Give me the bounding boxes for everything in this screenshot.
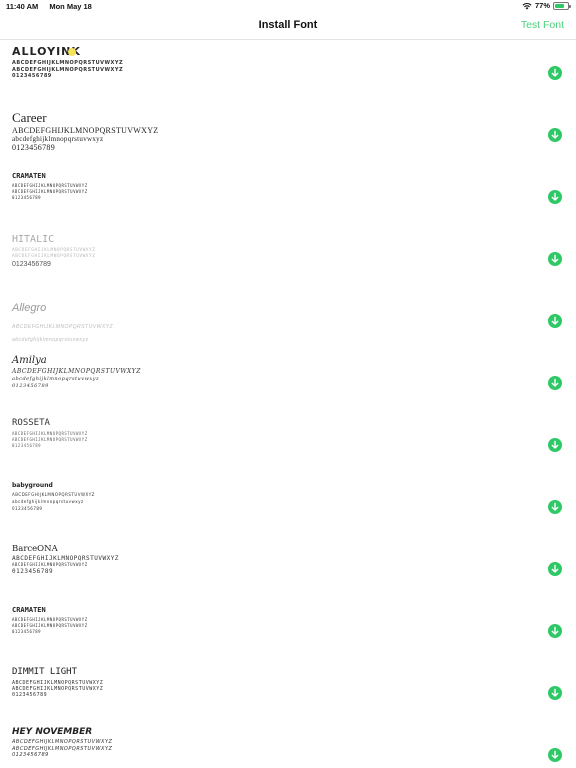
status-date: Mon May 18 xyxy=(49,2,92,11)
font-sample-lower: abcdefghijklmnopqrstuvwxyz xyxy=(12,337,89,343)
battery-level xyxy=(555,3,565,8)
font-sample-upper: ABCDEFGHIJKLMNOPQRSTUVWXYZ xyxy=(12,492,95,497)
font-sample-lower: abcdefghijklmnopqrstuvwxyz xyxy=(12,376,100,382)
font-sample-digits: 0123456789 xyxy=(12,629,42,634)
font-sample-upper: ABCDEFGHIJKLMNOPQRSTUVWXYZ xyxy=(12,368,141,375)
font-name: CRAMATEN xyxy=(12,172,46,180)
test-font-button[interactable]: Test Font xyxy=(521,19,564,31)
font-sample-upper: ABCDEFGHIJKLMNOPQRSTUVWXYZ xyxy=(12,248,96,253)
download-icon[interactable] xyxy=(548,748,562,762)
download-icon[interactable] xyxy=(548,252,562,266)
download-icon[interactable] xyxy=(548,500,562,514)
font-row-alloyink[interactable]: ALLOYINK ABCDEFGHIJKLMNOPQRSTUVWXYZ ABCD… xyxy=(0,42,576,104)
download-icon[interactable] xyxy=(548,624,562,638)
font-sample-upper: ABCDEFGHIJKLMNOPQRSTUVWXYZ xyxy=(12,126,159,135)
download-icon[interactable] xyxy=(548,66,562,80)
font-row-hitalic[interactable]: HITALIC ABCDEFGHIJKLMNOPQRSTUVWXYZ ABCDE… xyxy=(0,228,576,290)
font-sample-digits: 0123456789 xyxy=(12,443,42,448)
font-list: ALLOYINK ABCDEFGHIJKLMNOPQRSTUVWXYZ ABCD… xyxy=(0,40,576,768)
font-sample-upper: ABCDEFGHIJKLMNOPQRSTUVWXYZ xyxy=(12,60,124,66)
font-sample-lower: ABCDEFGHIJKLMNOPQRSTUVWXYZ xyxy=(12,189,88,194)
status-time: 11:40 AM xyxy=(6,2,39,11)
page-title: Install Font xyxy=(258,19,318,31)
wifi-icon xyxy=(522,2,532,9)
font-name: Career xyxy=(12,110,47,125)
font-row-allegro[interactable]: Allegro ABCDEFGHIJKLMNOPQRSTUVWXYZ abcde… xyxy=(0,290,576,352)
font-sample-digits: 0123456789 xyxy=(12,692,48,698)
font-name: Amilya xyxy=(12,355,47,366)
download-icon[interactable] xyxy=(548,314,562,328)
font-row-rosseta[interactable]: ROSSETA ABCDEFGHIJKLMNOPQRSTUVWXYZ ABCDE… xyxy=(0,414,576,476)
font-name: Allegro xyxy=(12,302,47,314)
font-sample-upper: ABCDEFGHIJKLMNOPQRSTUVWXYZ xyxy=(12,555,119,562)
font-sample-lower: abcdefghijklmnopqrstuvwxyz xyxy=(12,499,84,504)
font-sample-lower: abcdefghijklmnopqrstuvwxyz xyxy=(12,135,104,143)
font-name: HEY NOVEMBER xyxy=(12,727,93,737)
font-row-amilya[interactable]: Amilya ABCDEFGHIJKLMNOPQRSTUVWXYZ abcdef… xyxy=(0,352,576,414)
font-sample-digits: 0123456789 xyxy=(12,506,43,511)
sun-icon xyxy=(68,48,76,56)
font-sample-digits: 0123456789 xyxy=(12,568,54,575)
font-name: babyground xyxy=(12,482,53,489)
font-sample-digits: 0123456789 xyxy=(12,143,55,152)
status-bar: 11:40 AM Mon May 18 77% xyxy=(0,0,576,12)
download-icon[interactable] xyxy=(548,128,562,142)
font-sample-lower: ABCDEFGHIJKLMNOPQRSTUVWXYZ xyxy=(12,562,88,567)
font-row-cramaten-2[interactable]: CRAMATEN ABCDEFGHIJKLMNOPQRSTUVWXYZ ABCD… xyxy=(0,600,576,662)
download-icon[interactable] xyxy=(548,562,562,576)
font-sample-digits: 0123456789 xyxy=(12,383,49,389)
battery-icon xyxy=(553,1,571,10)
font-name: ROSSETA xyxy=(12,418,50,428)
font-sample-upper: ABCDEFGHIJKLMNOPQRSTUVWXYZ xyxy=(12,183,88,188)
font-row-hey-november[interactable]: HEY NOVEMBER ABCDEFGHIJKLMNOPQRSTUVWXYZ … xyxy=(0,724,576,768)
font-row-cramaten[interactable]: CRAMATEN ABCDEFGHIJKLMNOPQRSTUVWXYZ ABCD… xyxy=(0,166,576,228)
font-name: DIMMIT LIGHT xyxy=(12,667,78,677)
font-sample-lower: ABCDEFGHIJKLMNOPQRSTUVWXYZ xyxy=(12,623,88,628)
font-row-babyground[interactable]: babyground ABCDEFGHIJKLMNOPQRSTUVWXYZ ab… xyxy=(0,476,576,538)
download-icon[interactable] xyxy=(548,438,562,452)
font-name: HITALIC xyxy=(12,234,55,245)
download-icon[interactable] xyxy=(548,190,562,204)
font-sample-upper: ABCDEFGHIJKLMNOPQRSTUVWXYZ xyxy=(12,739,113,745)
font-row-dimmit-light[interactable]: DIMMIT LIGHT ABCDEFGHIJKLMNOPQRSTUVWXYZ … xyxy=(0,662,576,724)
font-sample-digits: 0123456789 xyxy=(12,261,51,268)
font-sample-upper: ABCDEFGHIJKLMNOPQRSTUVWXYZ xyxy=(12,617,88,622)
font-row-barcelona[interactable]: BarceONA ABCDEFGHIJKLMNOPQRSTUVWXYZ ABCD… xyxy=(0,538,576,600)
font-sample-upper: ABCDEFGHIJKLMNOPQRSTUVWXYZ xyxy=(12,324,114,330)
download-icon[interactable] xyxy=(548,686,562,700)
font-name: BarceONA xyxy=(12,544,58,554)
font-sample-lower: ABCDEFGHIJKLMNOPQRSTUVWXYZ xyxy=(12,437,88,442)
download-icon[interactable] xyxy=(548,376,562,390)
font-row-career[interactable]: Career ABCDEFGHIJKLMNOPQRSTUVWXYZ abcdef… xyxy=(0,104,576,166)
font-name: CRAMATEN xyxy=(12,606,46,614)
font-sample-lower: ABCDEFGHIJKLMNOPQRSTUVWXYZ xyxy=(12,254,96,259)
battery-percent: 77% xyxy=(534,1,550,10)
nav-bar: Install Font Test Font xyxy=(0,12,576,40)
font-sample-digits: 0123456789 xyxy=(12,73,52,79)
font-sample-upper: ABCDEFGHIJKLMNOPQRSTUVWXYZ xyxy=(12,431,88,436)
font-sample-digits: 0123456789 xyxy=(12,195,42,200)
font-sample-digits: 0123456789 xyxy=(12,752,49,758)
